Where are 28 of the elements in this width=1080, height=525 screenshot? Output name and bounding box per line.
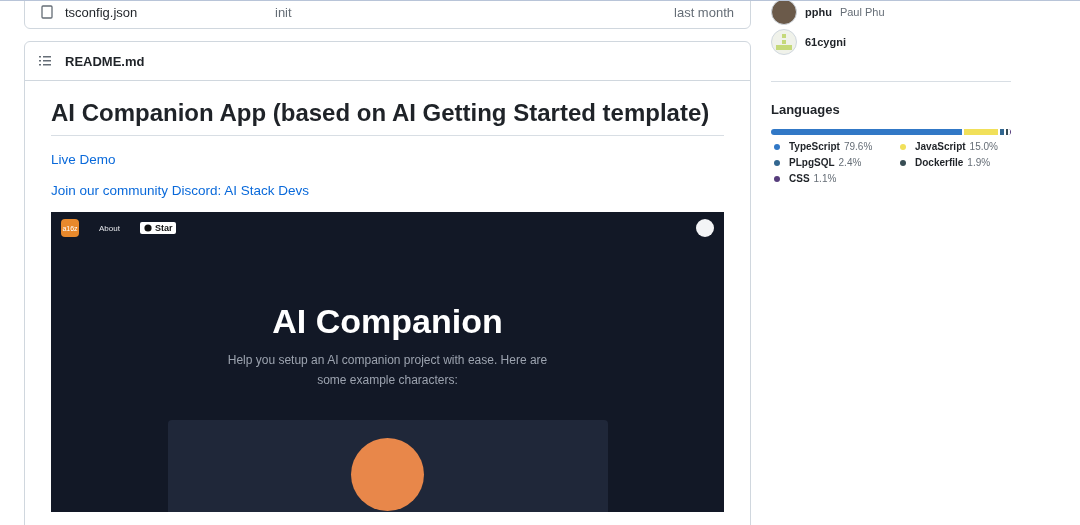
readme-link[interactable]: Join our community Discord: AI Stack Devs xyxy=(51,183,724,199)
language-percent: 79.6% xyxy=(843,141,873,152)
file-name-link[interactable]: tsconfig.json xyxy=(65,4,275,20)
languages-heading: Languages xyxy=(771,102,841,117)
commit-date: last month xyxy=(674,4,734,20)
user-avatar[interactable] xyxy=(771,1,797,25)
language-percent: 2.4% xyxy=(838,157,862,168)
language-name[interactable]: CSS xyxy=(789,173,810,184)
language-name[interactable]: Dockerfile xyxy=(915,157,964,168)
language-name[interactable]: JavaScript xyxy=(915,141,966,152)
contributor-login[interactable]: 61cygni xyxy=(805,36,846,48)
list-icon[interactable] xyxy=(39,56,51,66)
github-icon xyxy=(143,224,152,233)
hero-description: Help you setup an AI companion project with ease. Here are some example characters: xyxy=(226,352,549,389)
contributor-name: Paul Phu xyxy=(839,6,885,18)
language-percent: 1.1% xyxy=(813,173,837,184)
user-avatar xyxy=(696,219,714,238)
language-name[interactable]: TypeScript xyxy=(789,141,840,152)
readme-filename: README.md xyxy=(65,53,145,69)
hero-title: AI Companion xyxy=(271,302,504,342)
readme-link[interactable]: Live Demo xyxy=(51,152,724,168)
contributor-login[interactable]: pphu xyxy=(805,6,832,18)
readme-title: AI Companion App (based on AI Getting Started template) xyxy=(51,97,724,137)
language-percent: 15.0% xyxy=(969,141,998,152)
language-percent: 1.9% xyxy=(967,157,991,168)
commit-message[interactable]: init xyxy=(275,4,674,20)
language-name[interactable]: PLpgSQL xyxy=(789,157,835,168)
file-icon xyxy=(41,5,53,19)
